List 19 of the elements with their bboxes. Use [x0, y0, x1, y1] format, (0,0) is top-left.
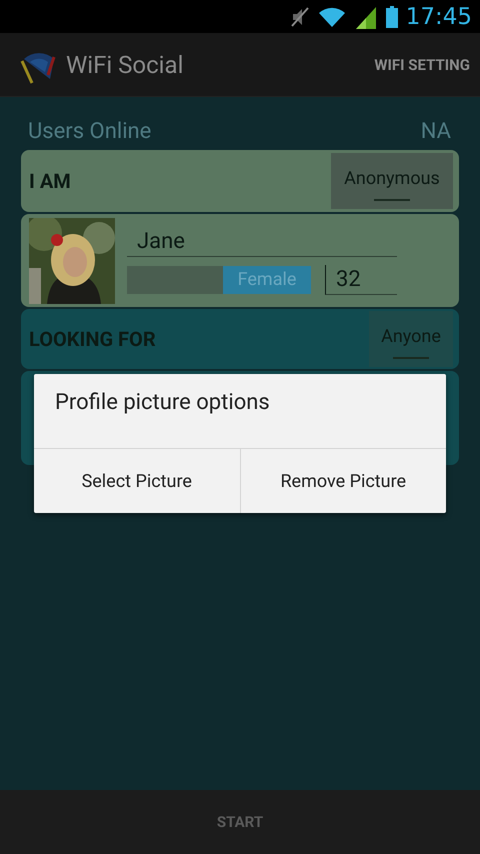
start-button[interactable]: START — [176, 803, 304, 841]
app-title: WiFi Social — [66, 50, 184, 78]
dialog-option[interactable]: Select Picture — [34, 449, 240, 513]
users-online-label: Users Online — [28, 119, 152, 144]
battery-icon — [386, 6, 398, 28]
name-field[interactable]: Jane — [127, 226, 397, 256]
gender-switch-thumb: Female — [223, 266, 311, 294]
users-online-count: NA — [420, 119, 451, 144]
identity-spinner[interactable]: Anonymous — [331, 153, 453, 209]
clock-time: 17:45 — [406, 4, 472, 30]
wifi-setting-button[interactable]: WIFI SETTING — [370, 48, 474, 82]
signal-icon — [354, 4, 378, 28]
muted-icon — [290, 6, 310, 28]
dialog-option[interactable]: Remove Picture — [240, 449, 446, 513]
i-am-label: I AM — [29, 169, 71, 193]
wifi-icon — [318, 6, 346, 28]
age-field[interactable]: 32 — [325, 264, 397, 294]
looking-for-label: LOOKING FOR — [29, 327, 156, 351]
dialog-title: Profile picture options — [55, 390, 270, 415]
